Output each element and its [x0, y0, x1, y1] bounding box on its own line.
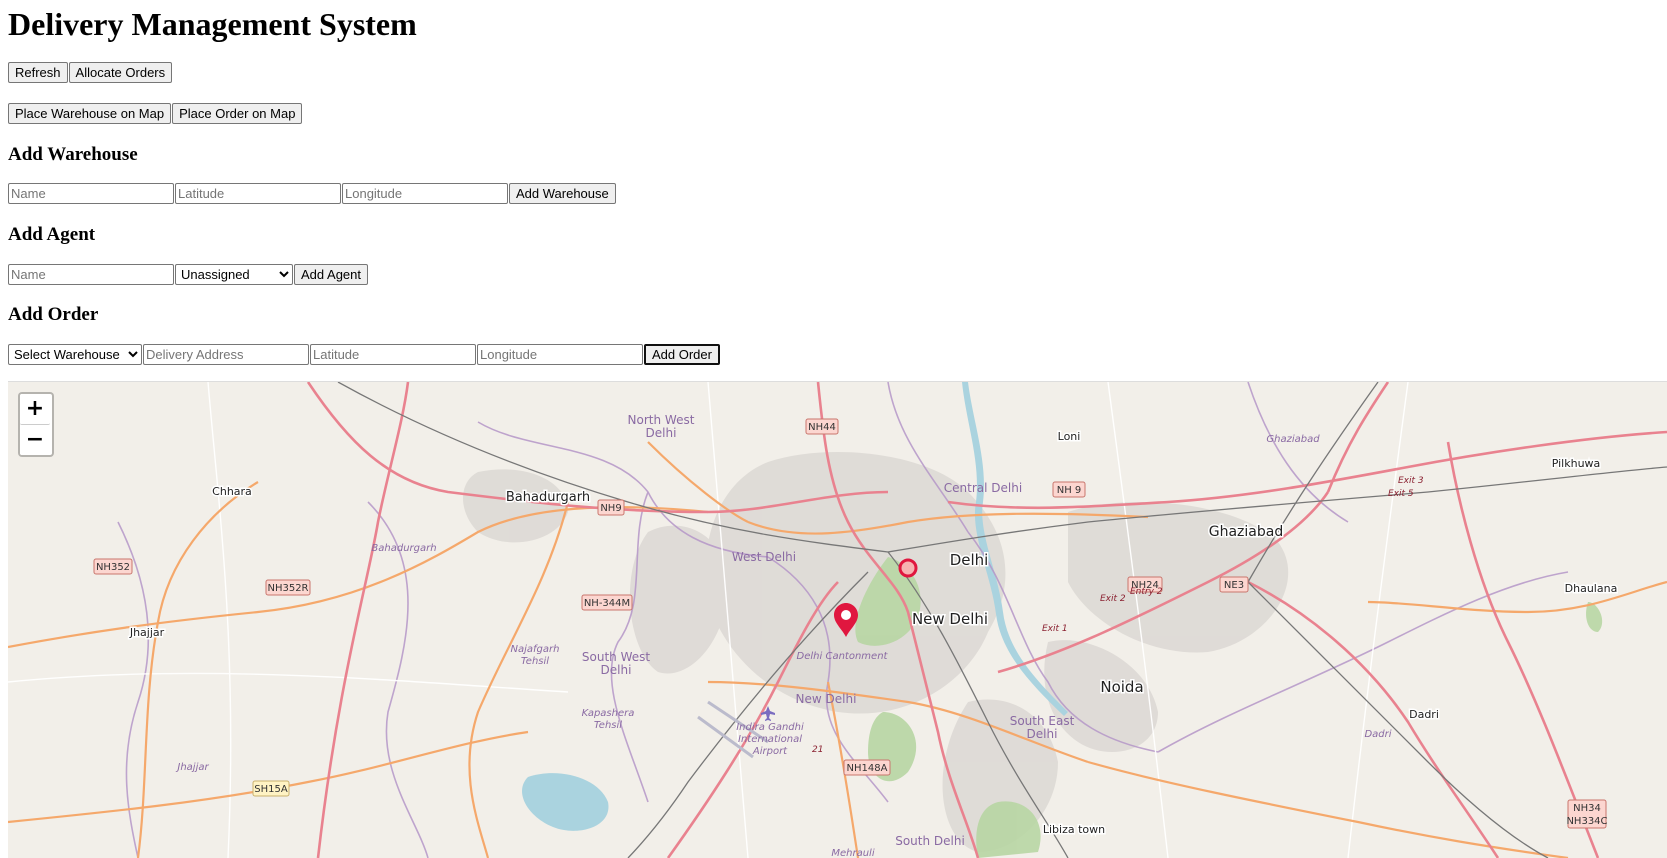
- map-view[interactable]: NH44 NH9 NH 9 NH352 NH352R NH-344M NH24 …: [8, 381, 1667, 858]
- warehouse-marker[interactable]: [898, 558, 918, 578]
- map-markers: [834, 558, 918, 637]
- order-longitude-input[interactable]: [477, 344, 643, 365]
- add-order-form: Select Warehouse Add Order: [8, 344, 721, 365]
- add-agent-button[interactable]: Add Agent: [294, 264, 368, 285]
- agent-warehouse-select[interactable]: Unassigned: [175, 264, 293, 285]
- add-warehouse-button[interactable]: Add Warehouse: [509, 183, 616, 204]
- warehouse-name-input[interactable]: [8, 183, 174, 204]
- add-agent-form: Unassigned Add Agent: [8, 264, 369, 285]
- warehouse-longitude-input[interactable]: [342, 183, 508, 204]
- zoom-in-button[interactable]: +: [20, 394, 50, 425]
- place-order-on-map-button[interactable]: Place Order on Map: [172, 103, 303, 124]
- allocate-orders-button[interactable]: Allocate Orders: [68, 62, 173, 83]
- add-agent-heading: Add Agent: [8, 224, 96, 245]
- order-latitude-input[interactable]: [310, 344, 476, 365]
- refresh-button[interactable]: Refresh: [8, 62, 68, 83]
- page-title: Delivery Management System: [8, 6, 417, 42]
- order-warehouse-select[interactable]: Select Warehouse: [8, 344, 142, 365]
- toolbar-row-1: Refresh Allocate Orders: [8, 62, 173, 83]
- add-warehouse-form: Add Warehouse: [8, 183, 617, 204]
- zoom-out-button[interactable]: −: [20, 425, 50, 455]
- add-warehouse-heading: Add Warehouse: [8, 144, 138, 165]
- zoom-control: + −: [18, 392, 54, 457]
- add-order-heading: Add Order: [8, 304, 99, 325]
- order-marker-icon[interactable]: [834, 603, 858, 637]
- toolbar-row-2: Place Warehouse on Map Place Order on Ma…: [8, 103, 303, 124]
- add-order-button[interactable]: Add Order: [644, 344, 720, 365]
- place-warehouse-on-map-button[interactable]: Place Warehouse on Map: [8, 103, 172, 124]
- agent-name-input[interactable]: [8, 264, 174, 285]
- warehouse-latitude-input[interactable]: [175, 183, 341, 204]
- order-address-input[interactable]: [143, 344, 309, 365]
